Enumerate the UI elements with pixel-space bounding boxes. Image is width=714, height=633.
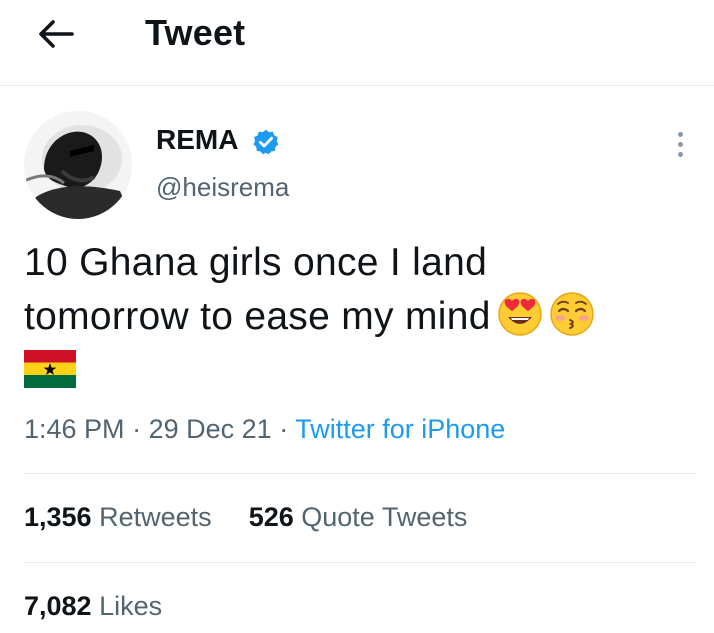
retweets-stat[interactable]: 1,356 Retweets [24, 502, 212, 532]
heart-eyes-emoji-icon [497, 292, 542, 336]
top-bar: Tweet [0, 0, 714, 86]
meta-separator: · [132, 414, 142, 444]
tweet-line-1: 10 Ghana girls once I land [24, 241, 488, 284]
tweet-line-2: tomorrow to ease my mind [24, 290, 684, 344]
likes-stat[interactable]: 7,082 Likes [24, 591, 162, 621]
retweets-count: 1,356 [24, 502, 92, 532]
meta-separator: · [279, 414, 289, 444]
page-title: Tweet [145, 12, 246, 53]
back-button[interactable] [36, 14, 76, 54]
quotes-count: 526 [248, 502, 294, 532]
tweet-meta: 1:46 PM · 29 Dec 21 · Twitter for iPhone [24, 414, 505, 445]
more-options-button[interactable] [666, 124, 694, 164]
verified-badge-icon [253, 129, 279, 155]
tweet-date[interactable]: 29 Dec 21 [149, 414, 272, 444]
more-dot-icon [677, 151, 683, 157]
tweet-source-link[interactable]: Twitter for iPhone [295, 414, 505, 444]
more-dot-icon [677, 141, 683, 147]
author-handle[interactable]: @heisrema [156, 172, 289, 203]
likes-row: 7,082 Likes [24, 591, 162, 622]
more-dot-icon [677, 131, 683, 137]
ghana-flag-emoji-icon [24, 350, 76, 388]
likes-label: Likes [99, 591, 163, 621]
arrow-left-icon [39, 20, 74, 48]
tweet-text: 10 Ghana girls once I land tomorrow to e… [24, 236, 684, 388]
author-display-name[interactable]: REMA [156, 124, 238, 156]
quote-tweets-stat[interactable]: 526 Quote Tweets [249, 502, 468, 532]
avatar-photo [24, 111, 132, 219]
kissing-closed-eyes-emoji-icon [549, 292, 594, 336]
quotes-label: Quote Tweets [301, 502, 468, 532]
avatar[interactable] [24, 111, 132, 219]
retweets-label: Retweets [99, 502, 212, 532]
divider [24, 562, 696, 563]
tweet-stats-row: 1,356 Retweets 526 Quote Tweets [24, 502, 467, 533]
divider [24, 473, 696, 474]
likes-count: 7,082 [24, 591, 92, 621]
tweet-time[interactable]: 1:46 PM [24, 414, 125, 444]
tweet-line-2-text: tomorrow to ease my mind [24, 295, 491, 338]
